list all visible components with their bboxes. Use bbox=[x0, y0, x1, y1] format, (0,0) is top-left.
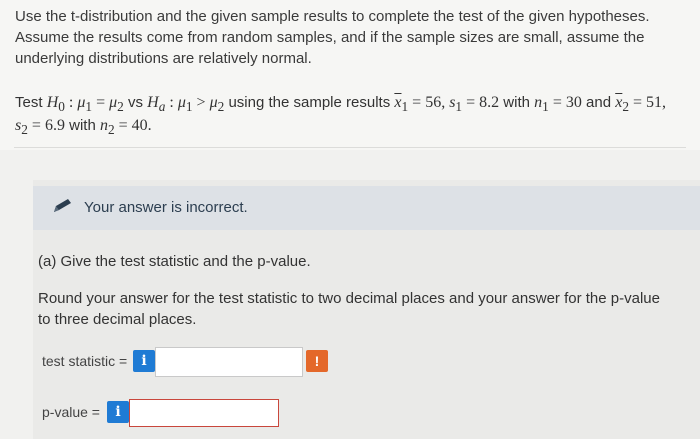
part-a-title: (a) Give the test statistic and the p-va… bbox=[38, 253, 311, 270]
pencil-icon bbox=[54, 199, 71, 212]
and-word: and bbox=[586, 94, 612, 111]
using-text: using the sample results bbox=[228, 94, 391, 111]
section-divider bbox=[14, 147, 686, 148]
p-value-input[interactable] bbox=[129, 399, 279, 427]
feedback-message: Your answer is incorrect. bbox=[84, 199, 248, 216]
n2-value: 40 bbox=[131, 117, 148, 135]
question-instructions: Use the t-distribution and the given sam… bbox=[15, 8, 650, 67]
s2-value: 6.9 bbox=[44, 117, 65, 135]
x1bar-value: 56 bbox=[425, 94, 442, 111]
with-word-1: with bbox=[503, 94, 530, 111]
test-statistic-info-icon[interactable]: i bbox=[133, 350, 155, 372]
test-statistic-input[interactable] bbox=[155, 347, 303, 377]
p-value-info-icon[interactable]: i bbox=[107, 401, 129, 423]
warning-icon[interactable]: ! bbox=[306, 350, 328, 372]
test-statistic-label: test statistic = bbox=[42, 353, 128, 369]
x2bar-value: 51 bbox=[646, 94, 663, 111]
test-word: Test bbox=[15, 94, 43, 111]
s1-value: 8.2 bbox=[479, 94, 500, 111]
p-value-label: p-value = bbox=[42, 404, 100, 420]
problem-statement: Test H0 : μ1 = μ2 vs Ha : μ1 > μ2 using … bbox=[15, 94, 667, 138]
with-word-2: with bbox=[69, 117, 96, 135]
vs-word: vs bbox=[127, 94, 143, 111]
part-a-instructions: Round your answer for the test statistic… bbox=[38, 290, 660, 328]
n1-value: 30 bbox=[565, 94, 582, 111]
